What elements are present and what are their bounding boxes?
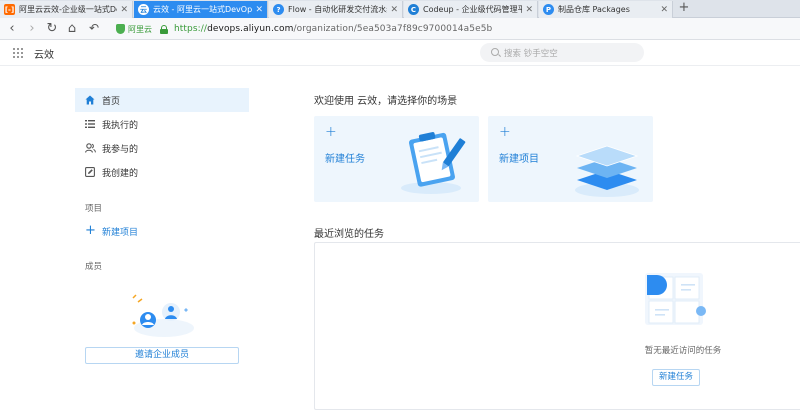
plus-icon: + <box>499 124 511 140</box>
recent-tasks-panel: 暂无最近访问的任务 新建任务 <box>314 242 800 410</box>
clipboard-pencil-icon <box>393 126 473 199</box>
sidebar-item-label: 首页 <box>102 96 121 107</box>
home-browser-icon[interactable]: ⌂ <box>64 21 80 37</box>
members-illustration <box>124 290 204 340</box>
site-badge-label: 阿里云 <box>128 24 152 34</box>
card-label: 新建项目 <box>499 154 539 165</box>
url-path: /organization/5ea503a7f89c9700014a5e5b <box>293 24 493 34</box>
layers-icon <box>567 134 647 202</box>
tab-title: Flow - 自动化研发交付流水线_ <box>288 5 388 14</box>
empty-dashboard-icon <box>643 271 713 334</box>
new-project-card[interactable]: + 新建项目 <box>488 116 653 202</box>
list-icon <box>85 119 95 129</box>
browser-nav-bar: ‹ › ↻ ⌂ ↶ 阿里云 https://devops.aliyun.com/… <box>0 18 800 40</box>
new-task-button[interactable]: 新建任务 <box>652 369 700 386</box>
sidebar-item-assigned[interactable]: 我执行的 <box>75 112 249 136</box>
close-icon[interactable]: ✕ <box>525 5 533 15</box>
site-badge: 阿里云 <box>116 24 152 35</box>
aliyun-orange-icon: [-] <box>4 4 15 15</box>
sidebar: 首页 我执行的 我参与的 我创建的 项目 + 新建项目 成员 邀请企业成员 <box>75 88 249 364</box>
close-icon[interactable]: ✕ <box>660 5 668 15</box>
new-task-card[interactable]: + 新建任务 <box>314 116 479 202</box>
app-grid-icon[interactable] <box>13 48 23 58</box>
plus-icon: + <box>325 124 337 140</box>
flow-icon: ? <box>273 4 284 15</box>
edit-doc-icon <box>85 167 95 177</box>
close-icon[interactable]: ✕ <box>255 5 263 15</box>
forward-icon[interactable]: › <box>24 21 40 37</box>
sidebar-item-created[interactable]: 我创建的 <box>75 160 249 184</box>
projects-section-title: 项目 <box>85 204 103 214</box>
welcome-heading: 欢迎使用 云效，请选择你的场景 <box>314 96 458 107</box>
close-icon[interactable]: ✕ <box>120 5 128 15</box>
packages-icon: P <box>543 4 554 15</box>
url-host: devops.aliyun.com <box>207 24 294 34</box>
card-label: 新建任务 <box>325 154 365 165</box>
plus-icon: + <box>85 223 96 238</box>
invite-members-button[interactable]: 邀请企业成员 <box>85 347 239 364</box>
new-project-link[interactable]: + 新建项目 <box>75 221 249 241</box>
url-text: https://devops.aliyun.com/organization/5… <box>174 24 492 34</box>
tab-title: 阿里云云效-企业级一站式DevO <box>19 5 117 14</box>
browser-tab-strip: [-] 阿里云云效-企业级一站式DevO ✕ 云 云效 - 阿里云一站式DevO… <box>0 0 800 18</box>
tab-title: 制品仓库 Packages <box>558 5 630 14</box>
back-icon[interactable]: ‹ <box>4 21 20 37</box>
browser-tab-aliyun[interactable]: [-] 阿里云云效-企业级一站式DevO ✕ <box>0 1 133 18</box>
members-section-title: 成员 <box>85 262 103 272</box>
browser-tab-codeup[interactable]: C Codeup - 企业级代码管理平台 ✕ <box>404 1 538 18</box>
sidebar-item-involved[interactable]: 我参与的 <box>75 136 249 160</box>
url-scheme: https:// <box>174 24 208 34</box>
close-icon[interactable]: ✕ <box>390 5 398 15</box>
yunxiao-icon: 云 <box>138 4 149 15</box>
shield-icon <box>116 24 125 34</box>
browser-tab-flow[interactable]: ? Flow - 自动化研发交付流水线_ ✕ <box>269 1 403 18</box>
reload-icon[interactable]: ↻ <box>44 21 60 37</box>
address-bar[interactable]: 阿里云 https://devops.aliyun.com/organizati… <box>116 20 800 38</box>
home-icon <box>85 95 95 105</box>
new-tab-button[interactable]: + <box>676 1 692 17</box>
empty-state-text: 暂无最近访问的任务 <box>644 346 722 356</box>
sidebar-item-label: 我执行的 <box>102 120 139 131</box>
search-icon <box>491 48 499 56</box>
app-header: 云效 搜索 钞手空空 <box>0 41 800 66</box>
tab-title: Codeup - 企业级代码管理平台 <box>423 5 522 14</box>
codeup-icon: C <box>408 4 419 15</box>
search-placeholder: 搜索 钞手空空 <box>504 48 558 59</box>
sidebar-item-label: 我创建的 <box>102 168 139 179</box>
sidebar-item-label: 我参与的 <box>102 144 139 155</box>
users-icon <box>85 143 96 153</box>
lock-icon <box>160 24 168 34</box>
browser-tab-yunxiao[interactable]: 云 云效 - 阿里云一站式DevOps平 ✕ <box>134 1 268 18</box>
tab-title: 云效 - 阿里云一站式DevOps平 <box>153 5 253 14</box>
recent-tasks-title: 最近浏览的任务 <box>314 229 384 240</box>
new-project-label: 新建项目 <box>102 227 139 238</box>
browser-tab-packages[interactable]: P 制品仓库 Packages ✕ <box>539 1 673 18</box>
sidebar-item-home[interactable]: 首页 <box>75 88 249 112</box>
search-input[interactable]: 搜索 钞手空空 <box>480 43 644 62</box>
undo-icon[interactable]: ↶ <box>86 21 102 37</box>
app-name[interactable]: 云效 <box>34 46 54 61</box>
